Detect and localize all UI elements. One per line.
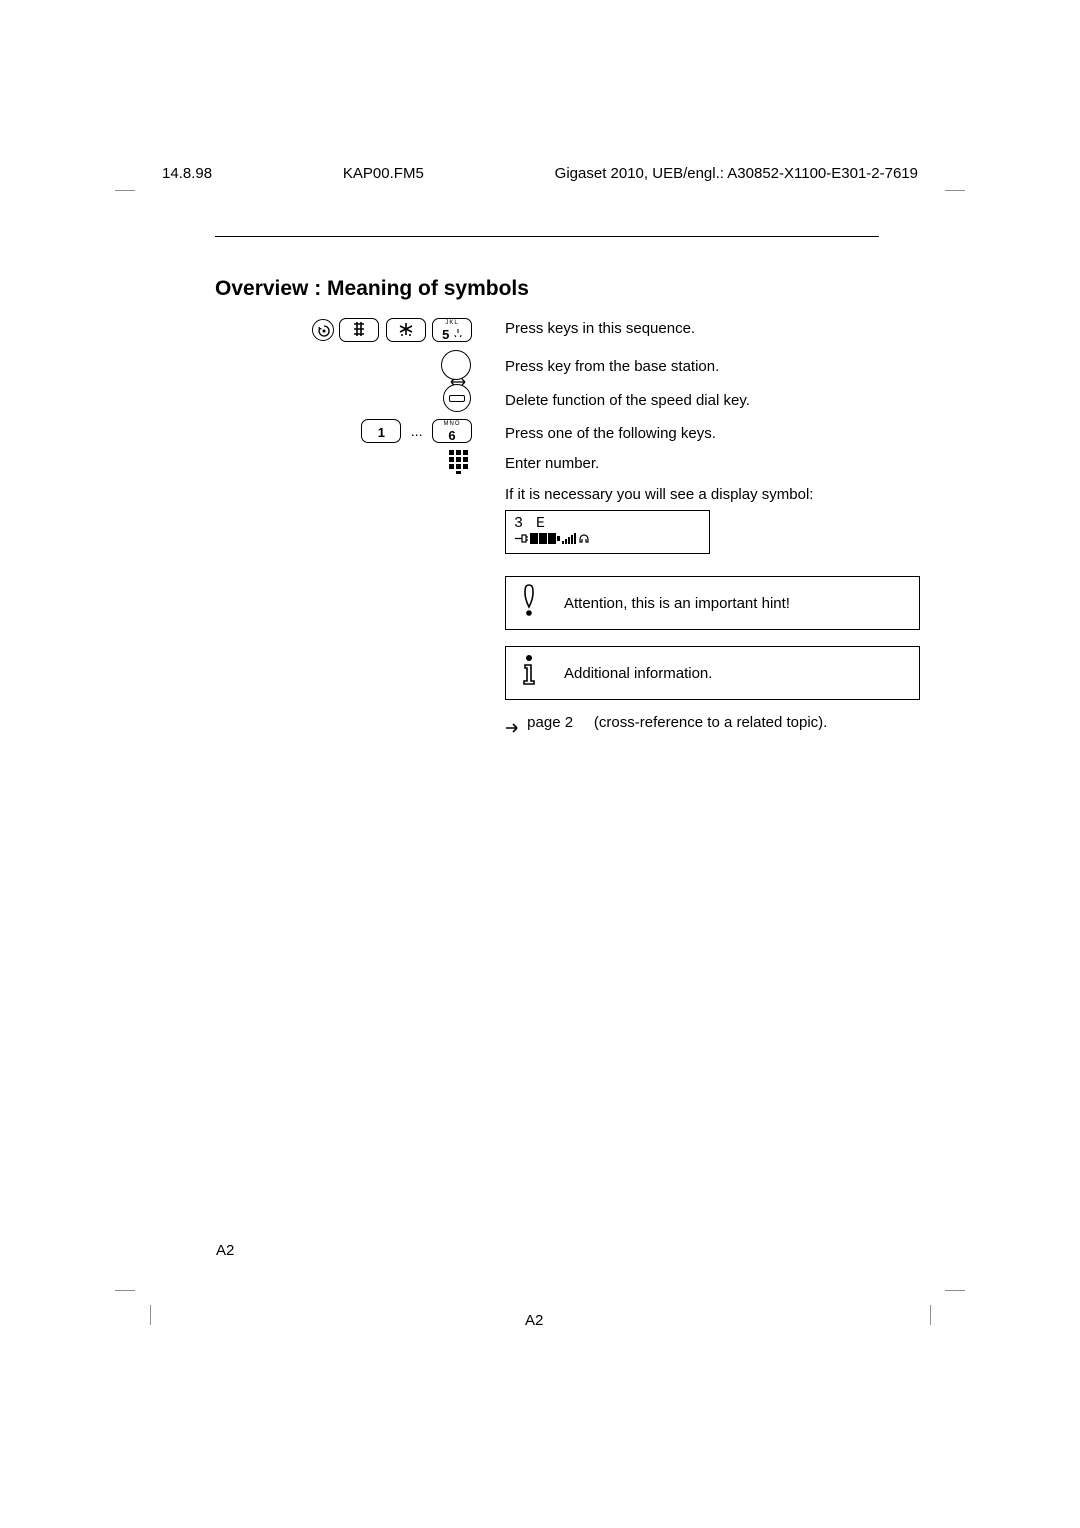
crop-mark <box>945 190 965 191</box>
desc-key-sequence: Press keys in this sequence. <box>505 318 925 339</box>
info-note-box: Additional information. <box>505 646 920 700</box>
display-symbol: 3 E <box>505 510 925 554</box>
desc-one-of-keys: Press one of the following keys. <box>505 419 925 444</box>
digit-6-key-icon: MNO 6 <box>432 419 472 443</box>
crossref-line: page 2 (cross-reference to a related top… <box>505 712 925 733</box>
rule <box>215 236 879 237</box>
recall-key-icon <box>312 319 334 341</box>
crop-mark <box>115 190 135 191</box>
exclamation-icon <box>520 583 538 623</box>
star-key-icon <box>386 318 426 342</box>
headset-icon <box>578 532 590 544</box>
header-file: KAP00.FM5 <box>343 165 424 182</box>
desc-enter-number: Enter number. <box>505 450 925 474</box>
lcd-display-icon: 3 E <box>505 510 710 554</box>
battery-icon <box>530 533 560 544</box>
attention-note-text: Attention, this is an important hint! <box>564 593 790 614</box>
plug-icon <box>514 533 528 544</box>
speed-dial-icon <box>443 384 471 412</box>
base-key-icon <box>441 350 471 380</box>
key-digit: 6 <box>448 428 455 443</box>
header-date: 14.8.98 <box>162 165 212 182</box>
desc-speed-dial: Delete function of the speed dial key. <box>505 384 925 411</box>
display-line2 <box>514 532 701 544</box>
info-icon <box>520 653 538 693</box>
info-note-text: Additional information. <box>564 663 712 684</box>
hash-key-icon <box>339 318 379 342</box>
key-digit: 1 <box>378 425 385 440</box>
crop-mark <box>930 1305 931 1325</box>
key-letters: MNO <box>439 422 465 427</box>
page-heading: Overview : Meaning of symbols <box>215 277 879 301</box>
page-number: A2 <box>216 1242 234 1259</box>
arrow-right-icon <box>505 718 519 728</box>
symbol-speed-dial <box>215 384 473 417</box>
ellipsis: ... <box>411 423 423 439</box>
heading-section: Overview : Meaning of symbols <box>215 236 879 301</box>
key-digit: 5 <box>442 327 449 342</box>
symbol-one-of-keys: 1 ... MNO 6 <box>215 419 473 443</box>
display-line1: 3 E <box>514 515 701 532</box>
signal-icon <box>562 533 576 544</box>
crop-mark <box>150 1305 151 1325</box>
crop-mark <box>945 1290 965 1291</box>
symbol-keypad <box>215 450 473 474</box>
crossref-text: (cross-reference to a related topic). <box>594 714 827 731</box>
page-number-center: A2 <box>525 1312 543 1329</box>
crop-mark <box>115 1290 135 1291</box>
desc-display-intro: If it is necessary you will see a displa… <box>505 484 925 505</box>
keypad-icon <box>449 450 469 474</box>
attention-note-box: Attention, this is an important hint! <box>505 576 920 630</box>
digit-5-key-icon: JKL 5 <box>432 318 472 342</box>
header-doc-id: Gigaset 2010, UEB/engl.: A30852-X1100-E3… <box>555 165 918 182</box>
desc-base-key: Press key from the base station. <box>505 350 925 377</box>
running-header: 14.8.98 KAP00.FM5 Gigaset 2010, UEB/engl… <box>162 165 918 182</box>
digit-1-key-icon: 1 <box>361 419 401 443</box>
symbol-base-key <box>215 350 473 385</box>
symbol-key-sequence: JKL 5 <box>215 318 473 342</box>
key-letters: JKL <box>439 321 465 326</box>
crossref-page: page 2 <box>527 714 573 731</box>
